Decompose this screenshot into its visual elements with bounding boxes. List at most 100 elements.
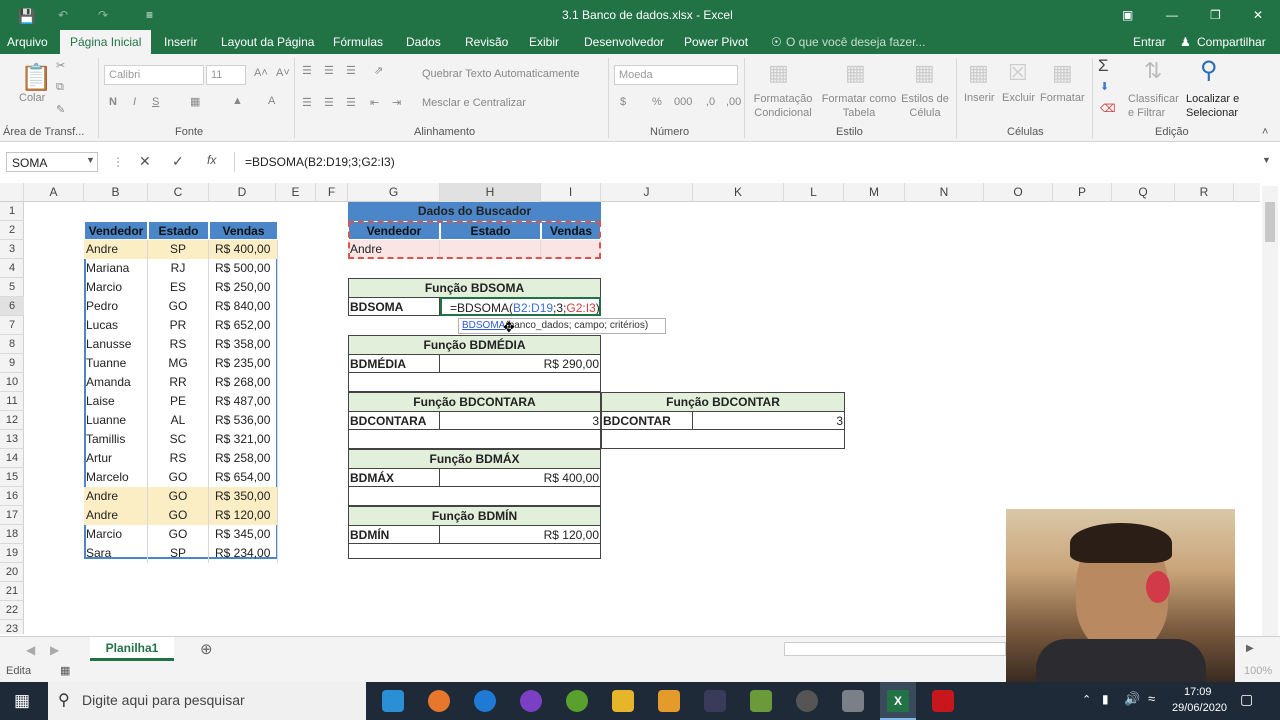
bdcontar-title[interactable]: Função BDCONTAR xyxy=(602,393,844,411)
row-header[interactable]: 3 xyxy=(0,240,24,259)
table-cell-vendedor[interactable]: Marcio xyxy=(84,278,148,297)
table-cell-estado[interactable]: MG xyxy=(148,354,209,373)
table-cell-vendedor[interactable]: Laise xyxy=(84,392,148,411)
bdsoma-title[interactable]: Função BDSOMA xyxy=(349,279,600,297)
table-cell-estado[interactable]: SP xyxy=(148,240,209,259)
windows-start-icon[interactable]: ▦ xyxy=(14,691,30,711)
table-cell-vendedor[interactable]: Lucas xyxy=(84,316,148,335)
table-cell-vendas[interactable]: R$ 234,00 xyxy=(209,544,278,563)
column-header[interactable]: Q xyxy=(1112,183,1175,202)
row-header[interactable]: 4 xyxy=(0,259,24,278)
notifications-icon[interactable]: ▢ xyxy=(1240,691,1253,708)
cond-format-icon[interactable]: ▦ xyxy=(768,60,789,86)
table-cell-vendedor[interactable]: Andre xyxy=(84,487,148,506)
bdcontar-label[interactable]: BDCONTAR xyxy=(601,411,693,430)
autosum-icon[interactable]: Σ xyxy=(1098,56,1109,76)
align-right-icon[interactable]: ☰ xyxy=(346,96,356,109)
cut-icon[interactable]: ✂ xyxy=(56,59,65,72)
underline-icon[interactable]: S xyxy=(152,96,159,108)
align-center-icon[interactable]: ☰ xyxy=(324,96,334,109)
table-cell-vendas[interactable]: R$ 250,00 xyxy=(209,278,278,297)
table-cell-estado[interactable]: AL xyxy=(148,411,209,430)
bdmax-value[interactable]: R$ 400,00 xyxy=(440,468,601,487)
table-cell-estado[interactable]: GO xyxy=(148,506,209,525)
column-header[interactable]: L xyxy=(784,183,844,202)
tray-expand-icon[interactable]: ⌃ xyxy=(1082,693,1091,706)
excel-taskbar-button[interactable]: X xyxy=(880,682,916,720)
undo-icon[interactable]: ↶ xyxy=(58,8,68,22)
acrobat-icon[interactable] xyxy=(932,690,954,712)
borders-icon[interactable]: ▦ xyxy=(190,95,200,108)
fill-icon[interactable]: ⬇ xyxy=(1100,80,1109,93)
table-cell-estado[interactable]: RR xyxy=(148,373,209,392)
table-cell-vendas[interactable]: R$ 258,00 xyxy=(209,449,278,468)
delete-cells-icon[interactable]: ☒ xyxy=(1008,60,1028,86)
row-header[interactable]: 16 xyxy=(0,487,24,506)
signin-link[interactable]: Entrar xyxy=(1133,35,1166,49)
vertical-scrollbar[interactable] xyxy=(1262,186,1278,636)
table-cell-vendedor[interactable]: Amanda xyxy=(84,373,148,392)
tab-dados[interactable]: Dados xyxy=(406,35,441,49)
utorrent-icon[interactable] xyxy=(566,690,588,712)
save-icon[interactable]: 💾 xyxy=(18,8,35,25)
name-box-dropdown-icon[interactable]: ▼ xyxy=(86,155,95,165)
table-cell-vendedor[interactable]: Pedro xyxy=(84,297,148,316)
tab-arquivo[interactable]: Arquivo xyxy=(7,35,48,49)
column-header[interactable]: F xyxy=(316,183,348,202)
paste-icon[interactable]: 📋 xyxy=(20,62,52,93)
table-cell-vendas[interactable]: R$ 840,00 xyxy=(209,297,278,316)
cond-format-button[interactable]: Formatação Condicional xyxy=(750,92,816,120)
table-cell-vendas[interactable]: R$ 654,00 xyxy=(209,468,278,487)
font-color-icon[interactable]: A xyxy=(268,95,275,107)
row-header[interactable]: 12 xyxy=(0,411,24,430)
vertical-scroll-thumb[interactable] xyxy=(1265,202,1275,242)
bdmin-title[interactable]: Função BDMÍN xyxy=(349,507,600,525)
row-header[interactable]: 21 xyxy=(0,582,24,601)
column-header[interactable]: B xyxy=(84,183,148,202)
font-size-box[interactable]: 11 xyxy=(206,65,246,85)
table-cell-vendedor[interactable]: Mariana xyxy=(84,259,148,278)
bdmedia-title[interactable]: Função BDMÉDIA xyxy=(349,336,600,354)
increase-indent-icon[interactable]: ⇥ xyxy=(392,96,401,109)
media-app-icon[interactable] xyxy=(520,690,542,712)
table-cell-estado[interactable]: PE xyxy=(148,392,209,411)
expand-formula-icon[interactable]: ▼ xyxy=(1262,155,1271,165)
table-cell-vendedor[interactable]: Sara xyxy=(84,544,148,563)
row-header[interactable]: 19 xyxy=(0,544,24,563)
column-header[interactable]: K xyxy=(693,183,784,202)
align-top-icon[interactable]: ☰ xyxy=(302,64,312,77)
cell-styles-button[interactable]: Estilos de Célula xyxy=(900,92,950,120)
table-cell-vendas[interactable]: R$ 400,00 xyxy=(209,240,278,259)
next-sheet-icon[interactable]: ▶ xyxy=(50,643,59,657)
table-cell-vendas[interactable]: R$ 235,00 xyxy=(209,354,278,373)
obs-icon[interactable] xyxy=(796,690,818,712)
sort-filter-button[interactable]: Classificar e Filtrar xyxy=(1128,92,1186,120)
add-sheet-icon[interactable]: ⊕ xyxy=(200,640,213,658)
insert-cells-icon[interactable]: ▦ xyxy=(968,60,989,86)
format-cells-button[interactable]: Formatar xyxy=(1040,92,1085,104)
table-cell-vendedor[interactable]: Lanusse xyxy=(84,335,148,354)
firefox-icon[interactable] xyxy=(428,690,450,712)
bdsoma-label[interactable]: BDSOMA xyxy=(348,297,440,316)
table-cell-vendedor[interactable]: Marcelo xyxy=(84,468,148,487)
find-icon[interactable]: ⚲ xyxy=(1200,56,1218,85)
column-header[interactable]: R xyxy=(1175,183,1234,202)
edge-icon[interactable] xyxy=(474,690,496,712)
table-cell-estado[interactable]: RS xyxy=(148,449,209,468)
bdmin-label[interactable]: BDMÍN xyxy=(348,525,440,544)
collapse-ribbon-icon[interactable]: ˄ xyxy=(1262,126,1268,138)
column-header[interactable]: J xyxy=(601,183,693,202)
bdmax-title[interactable]: Função BDMÁX xyxy=(349,450,600,468)
table-cell-vendedor[interactable]: Marcio xyxy=(84,525,148,544)
comma-icon[interactable]: 000 xyxy=(674,96,692,108)
decrease-decimal-icon[interactable]: ,00 xyxy=(726,96,741,108)
column-header[interactable]: E xyxy=(276,183,316,202)
table-cell-estado[interactable]: GO xyxy=(148,297,209,316)
column-header[interactable]: M xyxy=(844,183,905,202)
column-header[interactable]: N xyxy=(905,183,984,202)
bdmedia-value[interactable]: R$ 290,00 xyxy=(440,354,601,373)
column-header[interactable]: H xyxy=(440,183,541,202)
table-cell-vendas[interactable]: R$ 358,00 xyxy=(209,335,278,354)
zoom-level[interactable]: 100% xyxy=(1244,665,1272,677)
format-table-button[interactable]: Formatar como Tabela xyxy=(818,92,900,120)
